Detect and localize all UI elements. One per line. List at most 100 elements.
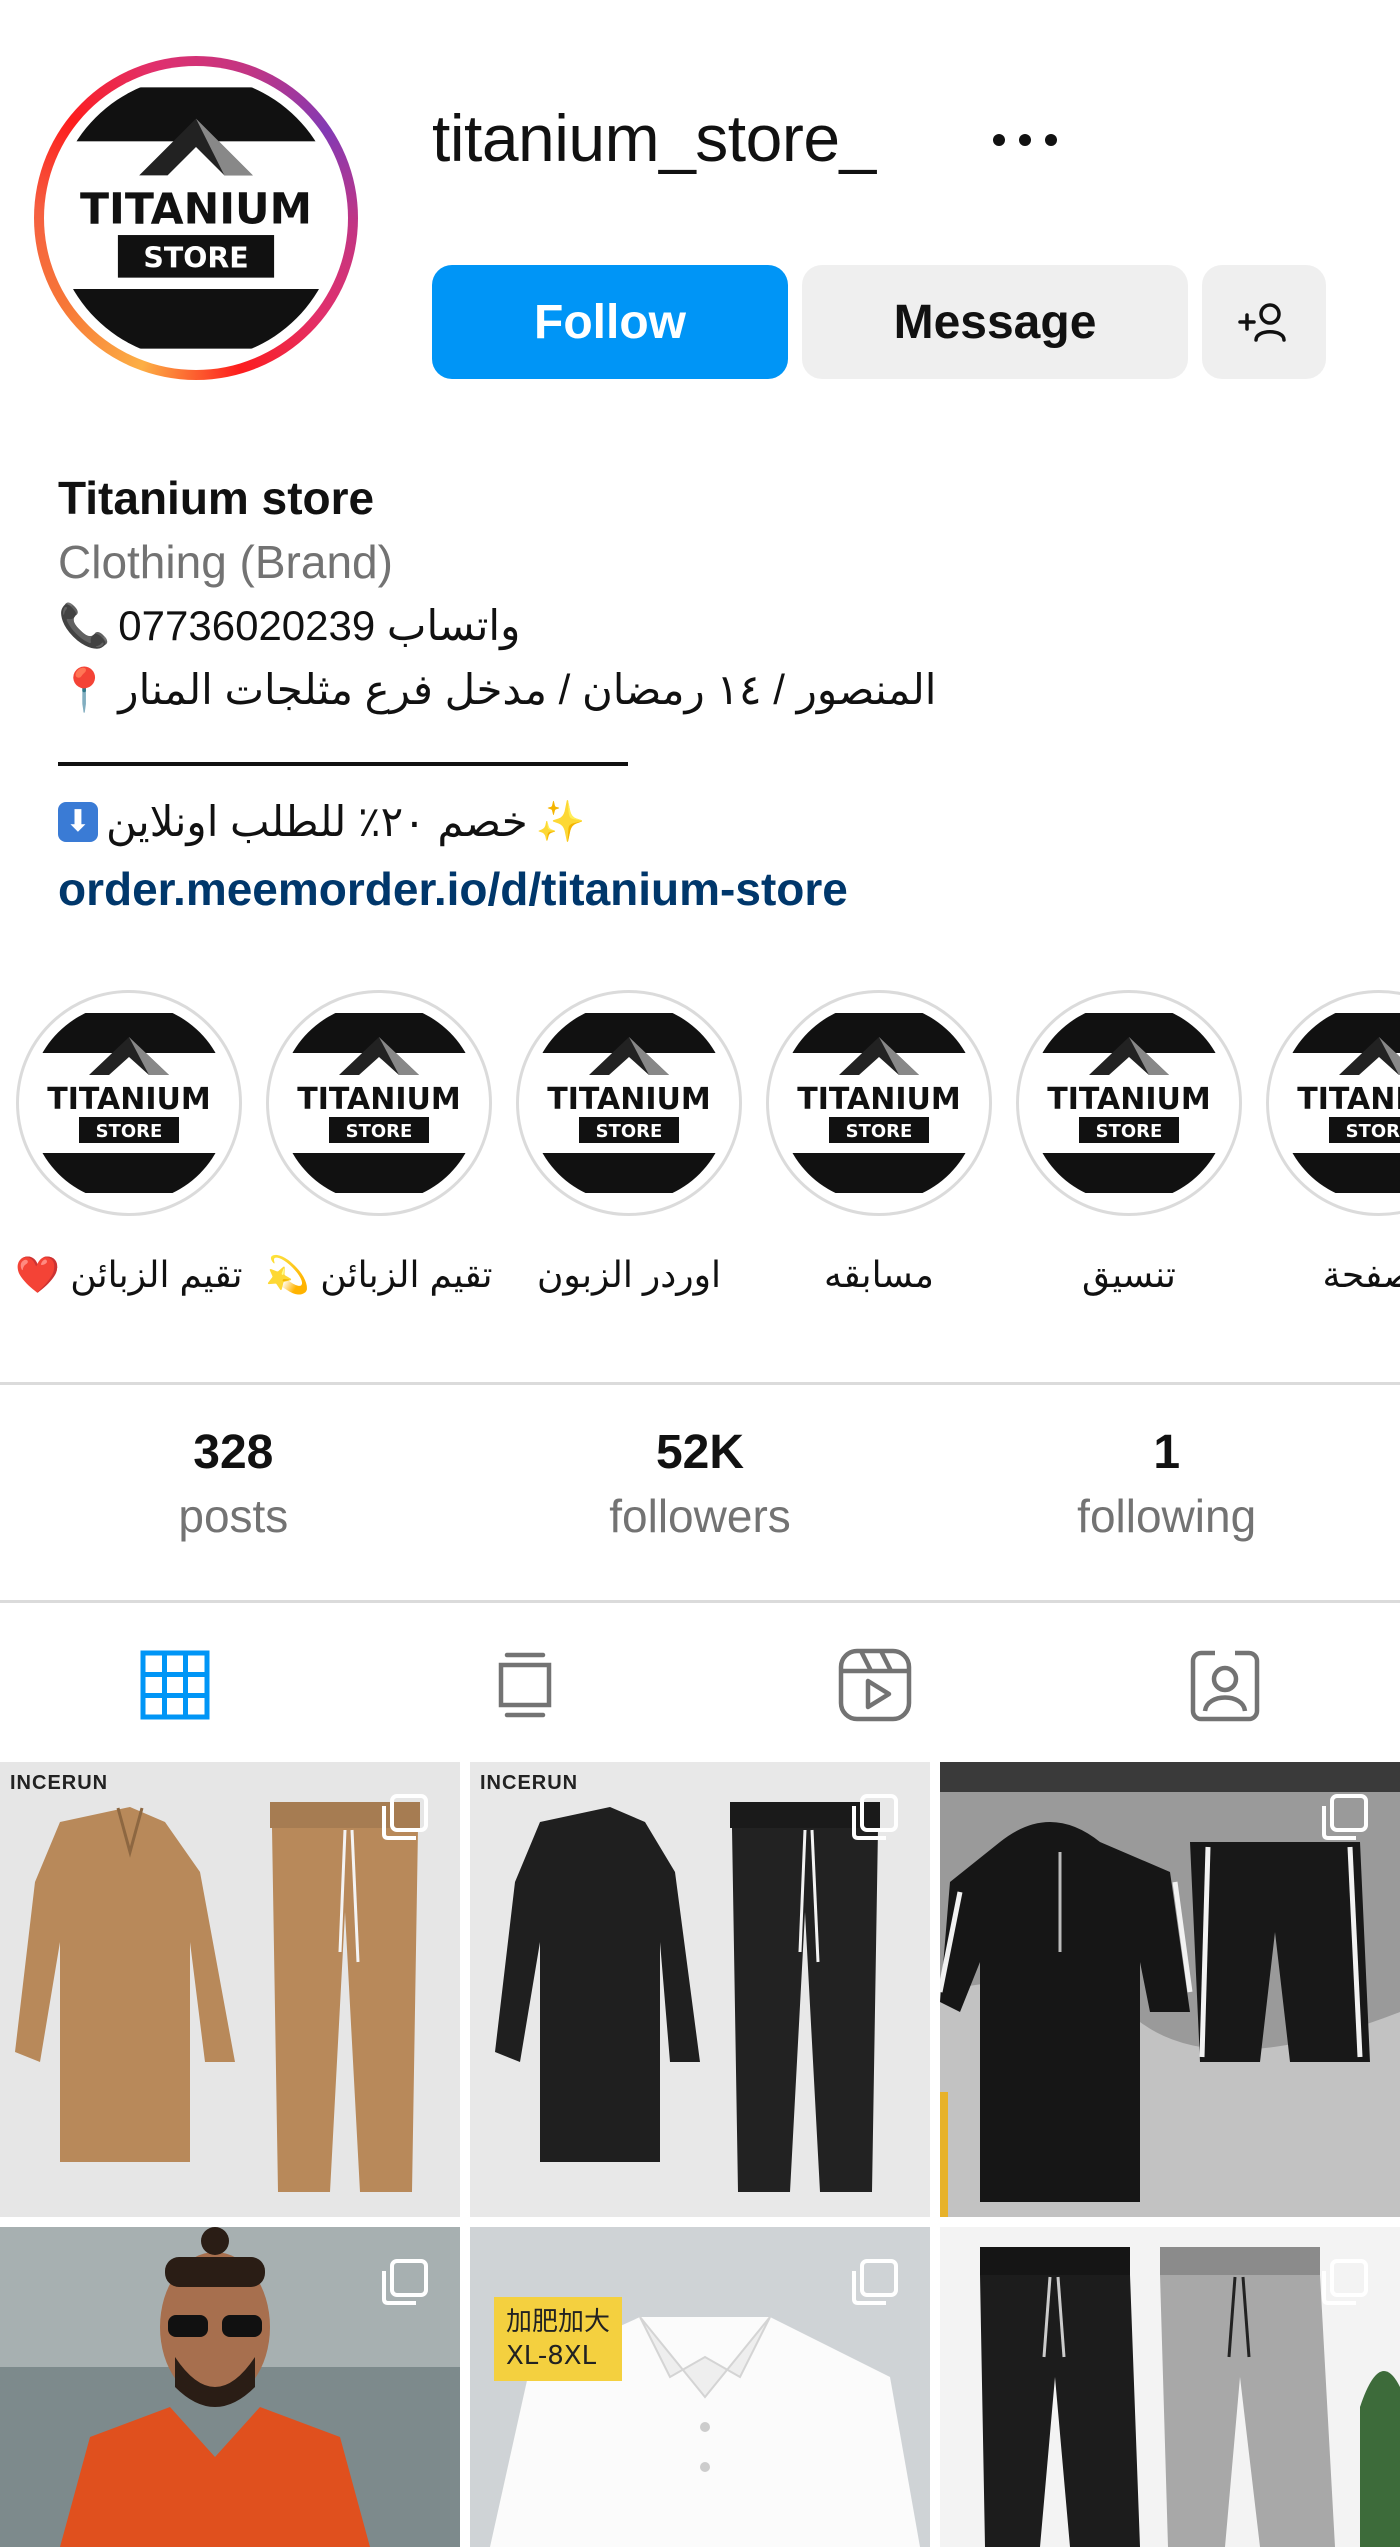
- highlight-cover: TITANIUM STORE: [266, 990, 492, 1216]
- avatar-inner: TITANIUM STORE: [44, 66, 348, 370]
- following-count: 1: [1153, 1426, 1181, 1479]
- highlight-logo-subtext: STORE: [346, 1121, 413, 1142]
- profile-bio: Titanium store Clothing (Brand) 📞 واتساب…: [58, 466, 1358, 924]
- post-size-tag: 加肥加大 XL-8XL: [494, 2297, 623, 2381]
- bio-phone-line: 📞 واتساب 07736020239: [58, 594, 1358, 658]
- stats-divider-bottom: [0, 1600, 1400, 1603]
- logo-text-line2: STORE: [143, 242, 248, 275]
- bio-promo-text: خصم ٢٠٪ للطلب اونلاين: [106, 798, 528, 845]
- highlight-logo-subtext: STORE: [96, 1121, 163, 1142]
- highlight-logo-text: TITANIUM: [297, 1082, 460, 1117]
- grid-icon: [140, 1650, 210, 1720]
- bio-divider: [58, 762, 628, 766]
- highlight-logo-subtext: STORE: [1096, 1121, 1163, 1142]
- highlight-label: تقيم الزبائن 💫: [265, 1254, 493, 1295]
- posts-grid: INCERUN INCERUN 加肥加大 XL-8XL: [0, 1762, 1400, 2547]
- carousel-icon: [852, 2259, 898, 2305]
- carousel-icon: [1322, 2259, 1368, 2305]
- highlight-cover: TITANIUM STORE: [1266, 990, 1400, 1216]
- highlight-logo-text: TITANIUM: [797, 1082, 960, 1117]
- highlight-cover: TITANIUM STORE: [1016, 990, 1242, 1216]
- profile-avatar[interactable]: TITANIUM STORE: [34, 56, 358, 380]
- posts-stat: 328 posts: [0, 1420, 467, 1570]
- post-thumbnail[interactable]: INCERUN: [470, 1762, 930, 2217]
- highlight-label: تقيم الزبائن ❤️: [15, 1254, 243, 1295]
- post-thumbnail[interactable]: [0, 2227, 460, 2547]
- highlight-item[interactable]: TITANIUM STORE مسابقه: [764, 990, 994, 1300]
- highlight-cover: TITANIUM STORE: [516, 990, 742, 1216]
- highlight-logo-text: TITANIUM: [547, 1082, 710, 1117]
- store-logo: TITANIUM STORE: [54, 76, 338, 360]
- stats-divider-top: [0, 1382, 1400, 1385]
- tab-posts-grid[interactable]: [0, 1620, 350, 1750]
- carousel-icon: [382, 1794, 428, 1840]
- highlight-logo-subtext: STORE: [596, 1121, 663, 1142]
- followers-count: 52K: [655, 1426, 745, 1479]
- carousel-icon: [852, 1794, 898, 1840]
- post-brand-tag: INCERUN: [10, 1772, 109, 1794]
- highlight-label: تنسيق: [1082, 1254, 1176, 1295]
- phone-icon: 📞: [58, 602, 111, 649]
- highlight-item[interactable]: TITANIUM STORE تنسيق: [1014, 990, 1244, 1300]
- post-thumbnail[interactable]: [940, 2227, 1400, 2547]
- highlight-logo-subtext: STORE: [1346, 1121, 1400, 1142]
- highlight-logo-text: TITANIUM: [1297, 1082, 1400, 1117]
- carousel-icon: [1322, 1794, 1368, 1840]
- highlight-logo: TITANIUM STORE: [279, 1003, 479, 1203]
- profile-username: titanium_store_: [432, 101, 876, 175]
- highlight-logo-text: TITANIUM: [47, 1082, 210, 1117]
- more-options-button[interactable]: [980, 110, 1070, 170]
- more-dot-icon: [993, 134, 1005, 146]
- size-tag-line2: XL-8XL: [506, 2341, 597, 2371]
- logo-text-line1: TITANIUM: [80, 185, 312, 235]
- highlight-logo-text: TITANIUM: [1047, 1082, 1210, 1117]
- highlight-logo: TITANIUM STORE: [29, 1003, 229, 1203]
- size-tag-line1: 加肥加大: [506, 2307, 611, 2337]
- bio-promo-line: ⬇ خصم ٢٠٪ للطلب اونلاين ✨: [58, 790, 1358, 854]
- posts-count: 328: [193, 1426, 274, 1479]
- post-thumbnail[interactable]: INCERUN: [0, 1762, 460, 2217]
- tagged-icon: [1190, 1650, 1260, 1722]
- followers-label: followers: [609, 1490, 791, 1542]
- follow-button[interactable]: Follow: [432, 265, 788, 379]
- highlight-item[interactable]: TITANIUM STORE الصفحة: [1264, 990, 1400, 1300]
- highlight-item[interactable]: TITANIUM STORE تقيم الزبائن 💫: [264, 990, 494, 1300]
- bio-address-line: 📍 المنصور / ١٤ رمضان / مدخل فرع مثلجات ا…: [58, 658, 1358, 722]
- suggested-accounts-button[interactable]: [1202, 265, 1326, 379]
- story-highlights: TITANIUM STORE تقيم الزبائن ❤️ TITANIUM ST…: [0, 990, 1400, 1320]
- location-pin-icon: 📍: [58, 666, 111, 713]
- highlight-item[interactable]: TITANIUM STORE تقيم الزبائن ❤️: [14, 990, 244, 1300]
- profile-stats: 328 posts 52K followers 1 following: [0, 1420, 1400, 1570]
- highlight-logo: TITANIUM STORE: [1279, 1003, 1400, 1203]
- post-brand-tag: INCERUN: [480, 1772, 579, 1794]
- posts-label: posts: [178, 1490, 289, 1542]
- feed-icon: [498, 1652, 552, 1718]
- highlight-label: مسابقه: [824, 1254, 934, 1295]
- post-thumbnail[interactable]: [940, 1762, 1400, 2217]
- post-thumbnail[interactable]: 加肥加大 XL-8XL: [470, 2227, 930, 2547]
- more-dot-icon: [1045, 134, 1057, 146]
- message-button[interactable]: Message: [802, 265, 1188, 379]
- sparkles-icon: ✨: [535, 800, 586, 844]
- highlight-cover: TITANIUM STORE: [16, 990, 242, 1216]
- bio-category: Clothing (Brand): [58, 536, 393, 588]
- highlight-logo: TITANIUM STORE: [529, 1003, 729, 1203]
- highlight-logo: TITANIUM STORE: [1029, 1003, 1229, 1203]
- down-arrow-icon: ⬇: [58, 802, 98, 842]
- following-stat[interactable]: 1 following: [933, 1420, 1400, 1570]
- tab-feed[interactable]: [350, 1620, 700, 1750]
- more-dot-icon: [1019, 134, 1031, 146]
- carousel-icon: [382, 2259, 428, 2305]
- highlight-label: اوردر الزبون: [536, 1254, 722, 1295]
- bio-full-name: Titanium store: [58, 472, 375, 524]
- followers-stat[interactable]: 52K followers: [467, 1420, 934, 1570]
- tab-tagged[interactable]: [1050, 1620, 1400, 1750]
- bio-website-link[interactable]: order.meemorder.io/d/titanium-store: [58, 854, 1358, 924]
- tab-reels[interactable]: [700, 1620, 1050, 1750]
- highlight-item[interactable]: TITANIUM STORE اوردر الزبون: [514, 990, 744, 1300]
- reels-icon: [838, 1648, 912, 1722]
- highlight-logo-subtext: STORE: [846, 1121, 913, 1142]
- person-plus-icon: [1238, 303, 1286, 342]
- highlight-cover: TITANIUM STORE: [766, 990, 992, 1216]
- highlight-label: الصفحة: [1322, 1254, 1400, 1295]
